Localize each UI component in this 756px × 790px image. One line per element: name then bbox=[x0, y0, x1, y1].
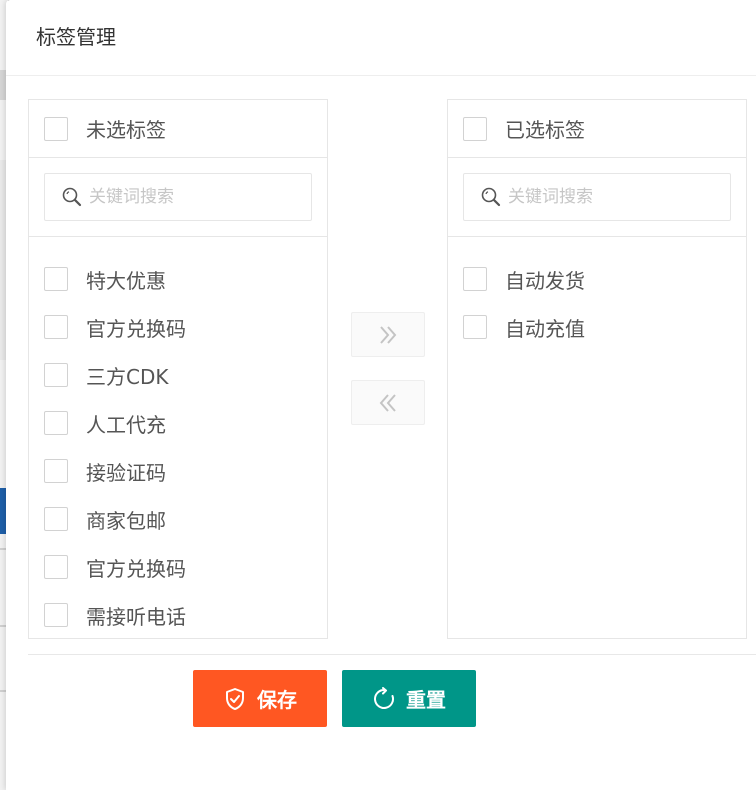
tag-checkbox[interactable] bbox=[463, 315, 487, 339]
tag-label: 特大优惠 bbox=[86, 268, 166, 293]
tag-checkbox[interactable] bbox=[44, 267, 68, 291]
tag-checkbox[interactable] bbox=[44, 315, 68, 339]
reset-button[interactable]: 重置 bbox=[342, 670, 476, 727]
list-item[interactable]: 三方CDK bbox=[29, 351, 327, 399]
search-icon bbox=[481, 187, 501, 207]
list-item[interactable]: 人工代充 bbox=[29, 399, 327, 447]
tag-management-dialog: 标签管理 未选标签 特大优惠 官方兑换码 bbox=[6, 0, 756, 790]
list-item[interactable]: 自动充值 bbox=[448, 303, 746, 351]
tag-label: 自动发货 bbox=[505, 268, 585, 293]
tag-label: 官方兑换码 bbox=[86, 556, 186, 581]
tag-label: 官方兑换码 bbox=[86, 316, 186, 341]
double-chevron-left-icon bbox=[379, 393, 396, 412]
tag-checkbox[interactable] bbox=[44, 363, 68, 387]
tag-label: 人工代充 bbox=[86, 412, 166, 437]
tag-label: 自动充值 bbox=[505, 316, 585, 341]
panel-header: 未选标签 bbox=[29, 100, 327, 158]
save-button[interactable]: 保存 bbox=[193, 670, 327, 727]
list-item[interactable]: 需接听电话 bbox=[29, 591, 327, 639]
list-item[interactable]: 接验证码 bbox=[29, 447, 327, 495]
tag-label: 三方CDK bbox=[86, 364, 169, 389]
list-item[interactable]: 特大优惠 bbox=[29, 255, 327, 303]
search-input-unselected[interactable] bbox=[89, 187, 289, 207]
search-area bbox=[448, 158, 746, 237]
selected-tags-panel: 已选标签 自动发货 自动充值 bbox=[447, 99, 747, 639]
panel-title: 未选标签 bbox=[86, 118, 166, 142]
tag-label: 需接听电话 bbox=[86, 604, 186, 629]
reset-button-label: 重置 bbox=[406, 688, 446, 712]
search-input-selected[interactable] bbox=[508, 187, 708, 207]
list-item[interactable]: 官方兑换码 bbox=[29, 303, 327, 351]
double-chevron-right-icon bbox=[380, 325, 397, 344]
list-item[interactable]: 官方兑换码 bbox=[29, 543, 327, 591]
panel-title: 已选标签 bbox=[505, 118, 585, 142]
move-to-selected-button[interactable] bbox=[351, 312, 425, 357]
tag-checkbox[interactable] bbox=[44, 603, 68, 627]
select-all-unselected-checkbox[interactable] bbox=[44, 116, 68, 141]
unselected-tag-list: 特大优惠 官方兑换码 三方CDK 人工代充 接验证码 商家包邮 官方兑换码 需接… bbox=[29, 237, 327, 639]
tag-checkbox[interactable] bbox=[44, 411, 68, 435]
search-area bbox=[29, 158, 327, 237]
panel-header: 已选标签 bbox=[448, 100, 746, 158]
dialog-title: 标签管理 bbox=[36, 25, 116, 49]
footer-divider bbox=[28, 654, 756, 655]
tag-checkbox[interactable] bbox=[463, 267, 487, 291]
save-button-label: 保存 bbox=[257, 688, 297, 712]
search-icon bbox=[62, 187, 82, 207]
dialog-header: 标签管理 bbox=[6, 0, 756, 76]
list-item[interactable]: 自动发货 bbox=[448, 255, 746, 303]
tag-checkbox[interactable] bbox=[44, 507, 68, 531]
shield-check-icon bbox=[226, 687, 244, 710]
list-item[interactable]: 商家包邮 bbox=[29, 495, 327, 543]
unselected-tags-panel: 未选标签 特大优惠 官方兑换码 三方CD bbox=[28, 99, 328, 639]
tag-checkbox[interactable] bbox=[44, 555, 68, 579]
tag-checkbox[interactable] bbox=[44, 459, 68, 483]
search-box[interactable] bbox=[463, 173, 731, 221]
search-box[interactable] bbox=[44, 173, 312, 221]
refresh-icon bbox=[374, 686, 394, 709]
selected-tag-list: 自动发货 自动充值 bbox=[448, 237, 746, 351]
tag-label: 商家包邮 bbox=[86, 508, 166, 533]
tag-label: 接验证码 bbox=[86, 460, 166, 485]
select-all-selected-checkbox[interactable] bbox=[463, 116, 487, 141]
move-to-unselected-button[interactable] bbox=[351, 380, 425, 425]
